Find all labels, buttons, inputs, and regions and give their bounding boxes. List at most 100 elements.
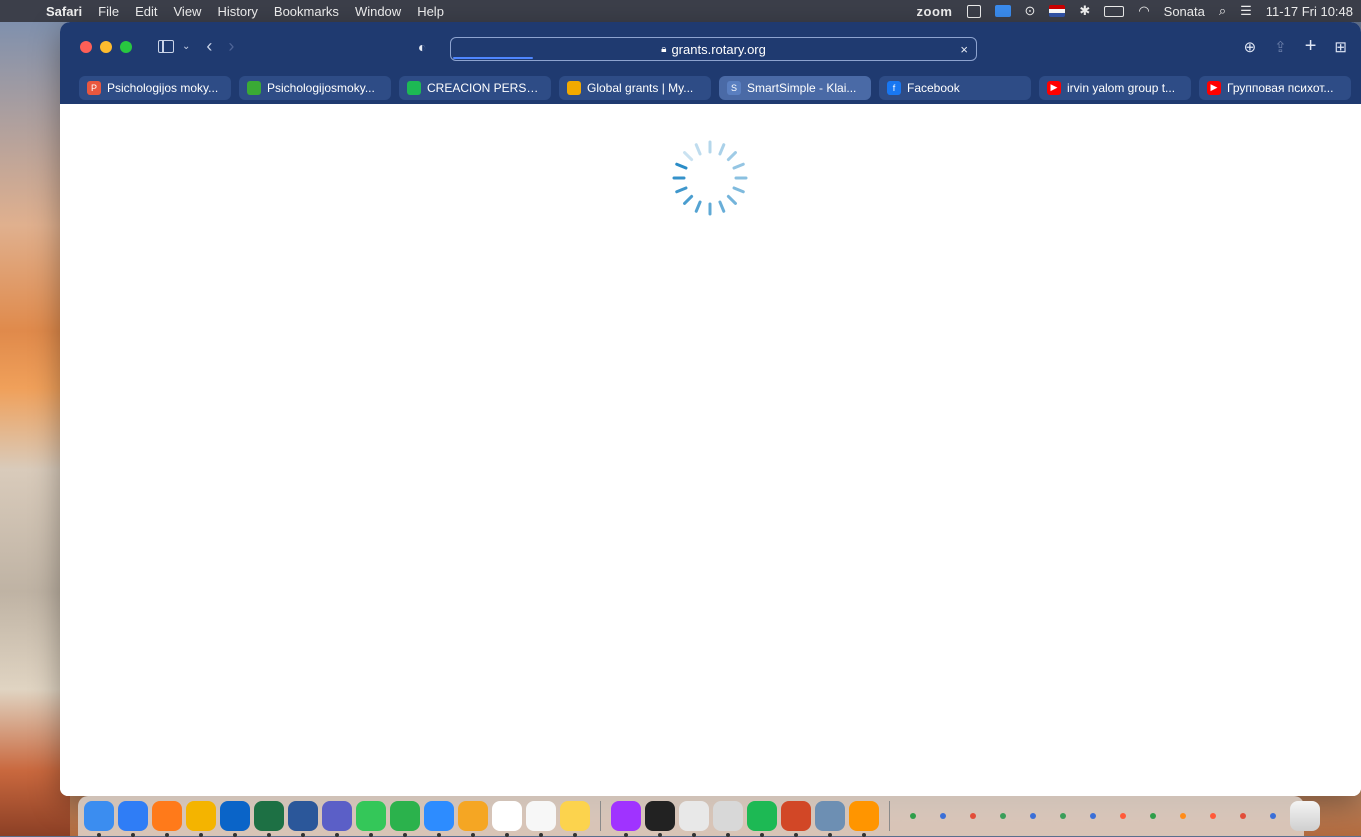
spinner-segment <box>718 143 726 156</box>
user-name[interactable]: Sonata <box>1164 4 1205 19</box>
play-status-icon[interactable]: ⊙ <box>1025 3 1036 19</box>
tab-label: Global grants | My... <box>587 80 694 95</box>
spinner-segment <box>732 186 745 194</box>
sidebar-toggle-icon[interactable] <box>158 40 174 53</box>
dock-outlook-icon[interactable] <box>220 801 250 837</box>
dock-minimized-window-icon[interactable] <box>960 803 986 829</box>
dock-separator <box>889 801 890 831</box>
spotlight-search-icon[interactable]: ⌕ <box>1219 3 1226 19</box>
tab-label: Facebook <box>907 80 960 95</box>
tab-2[interactable]: CREACION PERSO... <box>399 75 551 100</box>
menu-file[interactable]: File <box>90 4 127 19</box>
running-indicator <box>369 833 373 837</box>
dock-firefox-icon[interactable] <box>152 801 182 837</box>
tab-5[interactable]: f Facebook <box>879 75 1031 100</box>
dock-teams-icon[interactable] <box>322 801 352 837</box>
new-tab-plus-icon[interactable]: + <box>1305 35 1317 58</box>
clock-datetime[interactable]: 11-17 Fri 10:48 <box>1266 4 1353 19</box>
dock-finder-icon[interactable] <box>84 801 114 837</box>
window-controls <box>80 40 132 53</box>
dock-minimized-window-icon[interactable] <box>1080 803 1106 829</box>
tab-overview-icon[interactable]: ⊞ <box>1334 38 1347 56</box>
dock-script-editor-icon[interactable] <box>679 801 709 837</box>
outlook-status-icon[interactable] <box>966 4 981 18</box>
spinner-segment <box>694 200 702 213</box>
running-indicator <box>131 833 135 837</box>
tab-6[interactable]: ▶ irvin yalom group t... <box>1039 75 1191 100</box>
dock-minimized-window-icon[interactable] <box>1140 803 1166 829</box>
forward-arrow-icon[interactable]: › <box>228 36 234 57</box>
dock-trash-icon[interactable] <box>1290 801 1320 831</box>
dock-messages-icon[interactable] <box>356 801 386 837</box>
dock-minimized-window-icon[interactable] <box>990 803 1016 829</box>
battery-icon[interactable] <box>1104 5 1125 17</box>
running-indicator <box>199 833 203 837</box>
running-indicator <box>335 833 339 837</box>
menu-edit[interactable]: Edit <box>127 4 165 19</box>
spinner-segment <box>694 143 702 156</box>
dock-minimized-window-icon[interactable] <box>1110 803 1136 829</box>
dock-minimized-window-icon[interactable] <box>1020 803 1046 829</box>
dock-photos-icon[interactable] <box>458 801 488 837</box>
dock-system-prefs-icon[interactable] <box>815 801 845 837</box>
tab-4[interactable]: S SmartSimple - Klai... <box>719 75 871 100</box>
menu-window[interactable]: Window <box>347 4 409 19</box>
tab-favicon-icon: S <box>727 80 741 95</box>
share-icon[interactable]: ⇪ <box>1274 38 1287 56</box>
zoom-window-button[interactable] <box>120 40 132 53</box>
dock-minimized-window-icon[interactable] <box>1200 803 1226 829</box>
wifi-icon[interactable]: ◠ <box>1138 3 1149 19</box>
spinner-segment <box>732 162 745 170</box>
control-center-icon[interactable]: ☰ <box>1240 3 1252 19</box>
dock-minimized-window-icon[interactable] <box>1230 803 1256 829</box>
stop-loading-icon[interactable]: × <box>960 42 968 57</box>
dock-preview-icon[interactable] <box>713 801 743 837</box>
tab-1[interactable]: Psichologijosmoky... <box>239 75 391 100</box>
menu-history[interactable]: History <box>209 4 265 19</box>
address-bar[interactable]: 🔒︎ grants.rotary.org × <box>450 37 977 61</box>
dock-safari-icon[interactable] <box>118 801 148 837</box>
app-status-icon[interactable] <box>994 5 1011 17</box>
us-flag-icon[interactable] <box>1049 5 1066 17</box>
running-indicator <box>760 833 764 837</box>
dock-terminal-icon[interactable] <box>645 801 675 837</box>
dock-excel-icon[interactable] <box>254 801 284 837</box>
loading-spinner-icon <box>672 140 748 216</box>
minimize-window-button[interactable] <box>100 40 112 53</box>
dock-calendar-icon[interactable] <box>492 801 522 837</box>
tab-0[interactable]: P Psichologijos moky... <box>79 75 231 100</box>
dock-powerpoint-icon[interactable] <box>781 801 811 837</box>
menu-safari[interactable]: Safari <box>38 4 90 19</box>
bluetooth-icon[interactable]: ✱ <box>1079 3 1090 19</box>
running-indicator <box>726 833 730 837</box>
dock-minimized-window-icon[interactable] <box>1260 803 1286 829</box>
running-indicator <box>403 833 407 837</box>
close-window-button[interactable] <box>80 40 92 53</box>
dock-books-icon[interactable] <box>849 801 879 837</box>
zoom-status-icon[interactable]: zoom <box>917 4 953 19</box>
running-indicator <box>794 833 798 837</box>
dock-messenger-icon[interactable] <box>611 801 641 837</box>
dock-notes-icon[interactable] <box>560 801 590 837</box>
dock-chrome-icon[interactable] <box>186 801 216 837</box>
downloads-icon[interactable]: ⊕ <box>1244 38 1257 56</box>
tab-label: CREACION PERSO... <box>427 80 543 95</box>
dock-minimized-window-icon[interactable] <box>930 803 956 829</box>
dock-facetime-icon[interactable] <box>390 801 420 837</box>
dock-minimized-window-icon[interactable] <box>1050 803 1076 829</box>
dock-minimized-window-icon[interactable] <box>1170 803 1196 829</box>
running-indicator <box>437 833 441 837</box>
chevron-down-icon[interactable]: ⌄ <box>182 41 190 52</box>
dock-minimized-window-icon[interactable] <box>900 803 926 829</box>
back-arrow-icon[interactable]: ‹ <box>206 36 212 57</box>
tab-3[interactable]: Global grants | My... <box>559 75 711 100</box>
dock-zoom-icon[interactable] <box>424 801 454 837</box>
privacy-shield-icon[interactable]: ◐ <box>418 39 426 55</box>
menu-view[interactable]: View <box>166 4 210 19</box>
dock-word-icon[interactable] <box>288 801 318 837</box>
menu-bookmarks[interactable]: Bookmarks <box>266 4 347 19</box>
dock-spotify-icon[interactable] <box>747 801 777 837</box>
menu-help[interactable]: Help <box>409 4 452 19</box>
dock-reminders-icon[interactable] <box>526 801 556 837</box>
tab-7[interactable]: ▶ Групповая психот... <box>1199 75 1351 100</box>
